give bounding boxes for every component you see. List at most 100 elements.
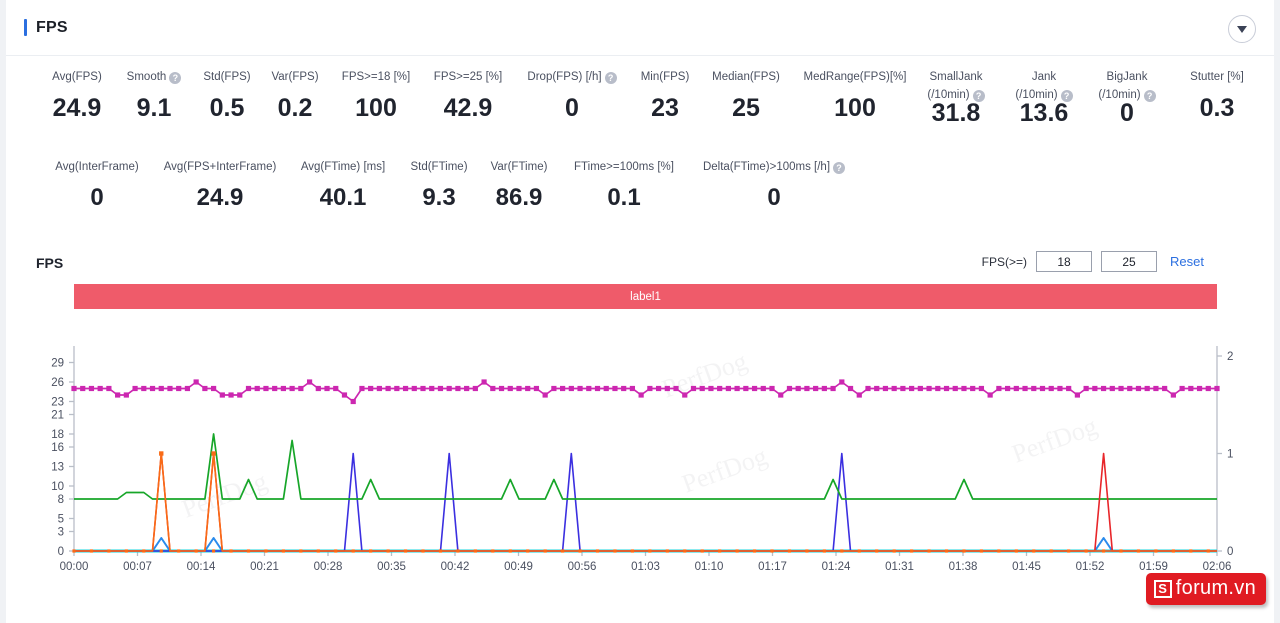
series-jank-marker	[578, 549, 582, 553]
series-fps-marker	[481, 379, 487, 385]
metric-ftime-100ms: FTime>=100ms [%] 0.1	[557, 160, 692, 212]
perfdog-watermark: PerfDog	[1008, 411, 1101, 468]
series-fps-marker	[882, 385, 889, 392]
x-axis-tick: 00:14	[187, 561, 216, 573]
series-jank-marker	[473, 549, 477, 553]
metric-value: 0.3	[1199, 94, 1235, 122]
metric-label: Avg(FPS+InterFrame)	[164, 160, 277, 175]
series-fps-marker	[891, 385, 897, 392]
series-fps-marker	[1214, 385, 1220, 392]
fps-plot-svg[interactable]: 0 35 810 13 1618 2123 26 29 0 1 2 00:00 00:07 00:14 00…	[6, 278, 1274, 578]
metric-label-text: MedRange(FPS)[%]	[803, 71, 907, 83]
metric-value: 86.9	[495, 184, 543, 211]
series-jank-marker	[246, 549, 251, 553]
x-axis-tick: 01:31	[885, 561, 914, 573]
x-axis-tick: 01:24	[822, 561, 851, 573]
series-jank-marker	[1189, 549, 1193, 553]
series-fps-marker	[263, 385, 269, 392]
metric-label-line1: BigJank	[1106, 71, 1148, 83]
series-jank-marker	[1084, 549, 1088, 553]
y-axis-tick: 3	[58, 527, 64, 539]
series-jank-marker	[770, 549, 774, 553]
series-fps-marker	[1144, 385, 1150, 392]
series-fps-marker	[900, 385, 906, 392]
metric-label: MedRange(FPS)[%]	[804, 70, 907, 85]
help-icon[interactable]: ?	[1143, 89, 1156, 102]
metric-avg-fps: Avg(FPS) 24.9	[32, 70, 122, 122]
metric-label-text: Avg(FPS+InterFrame)	[163, 161, 277, 173]
y-axis-tick: 21	[51, 410, 64, 422]
metric-label-text: FPS>=25 [%]	[433, 71, 503, 83]
series-jank-marker	[1101, 549, 1106, 553]
metric-label: Avg(FTime) [ms]	[301, 160, 385, 175]
metric-label-text: Avg(FTime) [ms]	[300, 161, 386, 173]
series-jank-marker	[72, 549, 76, 553]
help-icon[interactable]: ?	[604, 71, 617, 84]
metric-value: 0	[767, 184, 781, 211]
metric-label-text: FTime>=100ms [%]	[574, 161, 674, 173]
x-axis-tick: 02:06	[1203, 561, 1232, 573]
series-fps-marker	[464, 385, 470, 392]
series-jank-marker	[386, 549, 390, 553]
series-fps-marker	[516, 385, 522, 392]
series-fps-marker	[394, 385, 400, 392]
x-axis-tick: 00:56	[568, 561, 597, 573]
series-jank-marker	[822, 549, 826, 553]
metric-label: FPS>=25 [%]	[434, 70, 502, 85]
metric-value: 23	[651, 94, 679, 122]
series-fps-marker	[1057, 385, 1063, 392]
fps-threshold-low-input[interactable]	[1036, 251, 1093, 272]
x-axis-tick: 00:07	[123, 561, 152, 573]
series-fps-marker	[1013, 385, 1019, 392]
card-header: FPS	[6, 0, 1274, 56]
series-fps-marker	[935, 385, 941, 392]
metric-value: 24.9	[196, 184, 244, 211]
series-jank-marker	[665, 549, 669, 553]
series-fps-marker	[420, 385, 426, 392]
series-jank-marker	[752, 549, 757, 553]
sforum-text: forum.vn	[1175, 577, 1256, 599]
metric-label: Var(FPS)	[271, 70, 318, 85]
metric-label-text: Delta(FTime)>100ms [/h]	[702, 161, 831, 173]
chart-title: FPS	[36, 255, 64, 271]
series-fps-marker	[839, 379, 845, 385]
metric-fps-25: FPS>=25 [%] 42.9	[418, 70, 518, 122]
series-stutter	[74, 537, 1217, 552]
metric-smooth: Smooth? 9.1	[114, 70, 194, 122]
series-fps-marker	[472, 385, 478, 392]
series-fps-marker	[786, 385, 793, 392]
series-fps-marker	[80, 385, 86, 392]
series-fps-marker	[141, 385, 147, 392]
series-jank-marker	[124, 549, 128, 553]
help-icon[interactable]: ?	[833, 161, 846, 174]
series-fps-marker	[1153, 385, 1159, 392]
series-fps-marker	[280, 385, 287, 392]
y-axis-tick: 0	[58, 546, 64, 558]
x-axis-tick: 01:52	[1076, 561, 1105, 573]
metric-label-text: Avg(FPS)	[52, 71, 102, 83]
perfdog-watermark: PerfDog	[178, 466, 271, 523]
help-icon[interactable]: ?	[169, 71, 182, 84]
series-fps-marker	[1004, 385, 1011, 392]
series-jank-marker	[177, 549, 181, 553]
reset-button[interactable]: Reset	[1170, 254, 1204, 269]
fps-chart-section: FPS FPS(>=) Reset label1 035810131618212…	[6, 248, 1274, 578]
series-fps-marker	[298, 385, 304, 392]
fps-threshold-high-input[interactable]	[1101, 251, 1158, 272]
series-jank-marker	[787, 549, 792, 553]
metric-var-ftime: Var(FTime) 86.9	[474, 160, 564, 212]
series-fps-marker	[725, 385, 731, 392]
collapse-panel-button[interactable]	[1228, 15, 1256, 43]
series-fps-marker	[245, 385, 252, 392]
series-fps-marker	[376, 385, 382, 392]
metric-label-text: Var(FPS)	[271, 71, 319, 83]
series-jank-marker	[1014, 549, 1018, 553]
series-jank-marker	[1206, 549, 1210, 553]
series-fps-marker	[1109, 385, 1115, 392]
series-fps-marker	[1048, 385, 1054, 392]
metric-bigjank: BigJank (/10min)? 0	[1083, 70, 1171, 127]
series-fps-marker	[909, 385, 915, 392]
series-jank-marker	[700, 549, 704, 553]
series-fps-marker	[664, 385, 670, 392]
metric-std-ftime: Std(FTime) 9.3	[394, 160, 484, 212]
